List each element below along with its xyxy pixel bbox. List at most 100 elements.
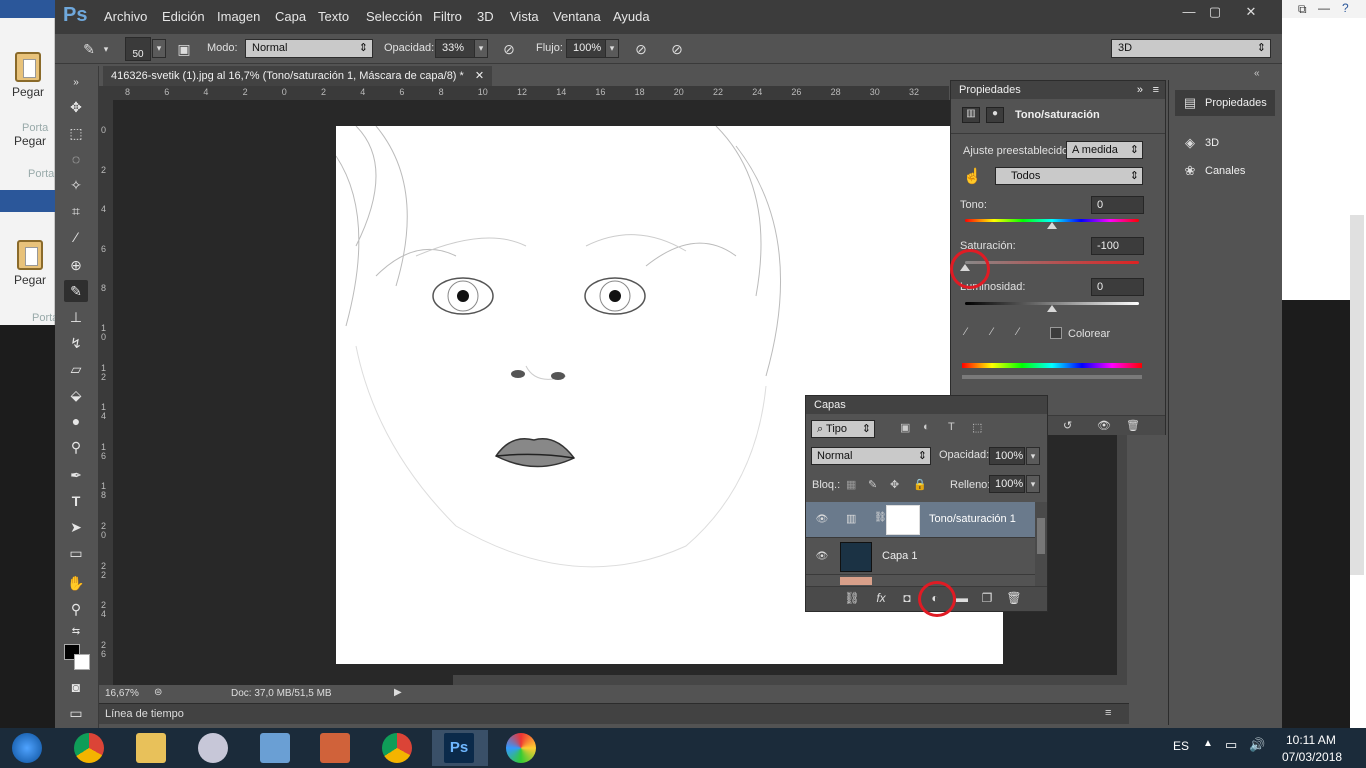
layer-mask-thumbnail[interactable] xyxy=(886,505,920,535)
restore-icon[interactable]: ⧉ xyxy=(1298,2,1307,17)
menu-vista[interactable]: Vista xyxy=(510,9,539,24)
status-menu-arrow-icon[interactable]: ▶ xyxy=(394,687,402,698)
eraser-tool-icon[interactable]: ▱ xyxy=(64,358,88,380)
airbrush-icon[interactable]: ⊘ xyxy=(631,39,651,59)
fx-icon[interactable]: fx xyxy=(872,589,890,607)
menu-filtro[interactable]: Filtro xyxy=(433,9,462,24)
type-tool-icon[interactable]: T xyxy=(64,490,88,512)
pen-tool-icon[interactable]: ✒ xyxy=(64,464,88,486)
dodge-tool-icon[interactable]: ⚲ xyxy=(64,436,88,458)
clock-date[interactable]: 07/03/2018 xyxy=(1282,750,1342,764)
eyedropper-icon[interactable]: ⁄ xyxy=(965,326,979,340)
colorize-checkbox[interactable] xyxy=(1050,327,1062,339)
workspace-select[interactable]: 3D ⇕ xyxy=(1111,39,1271,58)
taskbar-control-panel[interactable] xyxy=(248,730,304,766)
status-info-icon[interactable]: ⊜ xyxy=(154,687,162,698)
collapse-icon[interactable]: » xyxy=(1137,81,1143,99)
close-button[interactable]: ✕ xyxy=(1234,2,1268,22)
brush-panel-icon[interactable]: ▣ xyxy=(174,39,194,59)
pressure-opacity-icon[interactable]: ⊘ xyxy=(499,39,519,59)
collapse-icon[interactable]: » xyxy=(64,72,88,94)
zoom-level[interactable]: 16,67% xyxy=(105,688,139,699)
dock-item-3d[interactable]: ◈ 3D xyxy=(1175,130,1275,156)
screen-mode-icon[interactable]: ▭ xyxy=(64,702,88,724)
menu-ayuda[interactable]: Ayuda xyxy=(613,9,650,24)
layer-name[interactable]: Tono/saturación 1 xyxy=(929,513,1016,525)
language-indicator[interactable]: ES xyxy=(1173,739,1189,753)
start-button[interactable] xyxy=(0,730,56,766)
menu-edicion[interactable]: Edición xyxy=(162,9,205,24)
minimize-icon[interactable]: — xyxy=(1318,1,1330,15)
menu-archivo[interactable]: Archivo xyxy=(104,9,147,24)
flow-input[interactable]: 100% xyxy=(566,39,606,58)
hue-slider-thumb[interactable] xyxy=(1047,222,1057,229)
filter-pixel-icon[interactable]: ▣ xyxy=(900,421,910,434)
background-color-swatch[interactable] xyxy=(74,654,90,670)
mask-icon[interactable]: ● xyxy=(986,107,1004,123)
zoom-tool-icon[interactable]: ⚲ xyxy=(64,598,88,620)
help-icon[interactable]: ? xyxy=(1342,1,1349,15)
crop-tool-icon[interactable]: ⌗ xyxy=(64,200,88,222)
history-brush-tool-icon[interactable]: ↯ xyxy=(64,332,88,354)
menu-capa[interactable]: Capa xyxy=(275,9,306,24)
layer-opacity-dropdown[interactable]: ▾ xyxy=(1026,447,1040,465)
tray-expand-icon[interactable]: ▲ xyxy=(1203,738,1213,749)
menu-imagen[interactable]: Imagen xyxy=(217,9,260,24)
channel-select[interactable]: Todos ⇕ xyxy=(995,167,1143,185)
timeline-tab[interactable]: Línea de tiempo xyxy=(105,708,184,720)
lock-transparency-icon[interactable]: ▦ xyxy=(846,478,856,491)
stamp-tool-icon[interactable]: ⊥ xyxy=(64,306,88,328)
layers-scrollbar-thumb[interactable] xyxy=(1037,518,1045,554)
lasso-tool-icon[interactable]: ◌ xyxy=(64,148,88,170)
brush-tool-preset-icon[interactable]: ✎ xyxy=(79,39,99,59)
brush-size-preview[interactable]: 50 xyxy=(125,37,151,61)
saturation-input[interactable]: -100 xyxy=(1091,237,1144,255)
layer-row-capa-1[interactable]: 👁 Capa 1 xyxy=(806,539,1035,575)
layer-row-hue-saturation[interactable]: 👁 ▥ ⛓ Tono/saturación 1 xyxy=(806,502,1035,538)
toggle-visibility-icon[interactable]: 👁 xyxy=(1097,419,1111,432)
blend-mode-select[interactable]: Normal ⇕ xyxy=(811,447,931,465)
visibility-eye-icon[interactable]: 👁 xyxy=(814,512,830,528)
layer-name[interactable]: Capa 1 xyxy=(882,550,917,562)
panel-menu-icon[interactable]: ≡ xyxy=(1105,707,1111,719)
preset-select[interactable]: A medida ⇕ xyxy=(1066,141,1143,159)
link-layers-icon[interactable]: ⛓ xyxy=(843,589,861,607)
canvas-horizontal-scrollbar[interactable] xyxy=(453,675,1117,685)
taskbar-powerpoint[interactable] xyxy=(308,730,364,766)
taskbar-paint[interactable] xyxy=(494,730,550,766)
menu-seleccion[interactable]: Selección xyxy=(366,9,422,24)
opacity-input[interactable]: 33% xyxy=(435,39,475,58)
fill-input[interactable]: 100% xyxy=(989,475,1025,493)
adjustment-icon[interactable]: ▥ xyxy=(962,107,980,123)
trash-icon[interactable]: 🗑 xyxy=(1126,419,1140,432)
volume-icon[interactable]: 🔊 xyxy=(1249,737,1265,753)
paste-button-2[interactable]: Pegar xyxy=(10,134,50,148)
mode-select[interactable]: Normal ⇕ xyxy=(245,39,373,58)
paste-button-1[interactable]: Pegar xyxy=(8,52,48,99)
taskbar-photoshop[interactable]: Ps xyxy=(432,730,488,766)
saturation-slider-track[interactable] xyxy=(965,261,1139,264)
move-tool-icon[interactable]: ✥ xyxy=(64,96,88,118)
delete-layer-icon[interactable]: 🗑 xyxy=(1005,589,1023,607)
quick-mask-icon[interactable]: ◙ xyxy=(64,676,88,698)
paste-button-3[interactable]: Pegar xyxy=(10,240,50,287)
fill-dropdown[interactable]: ▾ xyxy=(1026,475,1040,493)
properties-tab[interactable]: Propiedades » ≡ xyxy=(951,81,1165,99)
opacity-dropdown[interactable]: ▾ xyxy=(474,39,488,58)
lock-position-icon[interactable]: ✥ xyxy=(890,478,899,491)
layer-thumbnail-partial[interactable] xyxy=(840,577,872,585)
chevron-down-icon[interactable]: ▾ xyxy=(101,39,111,59)
eyedropper-minus-icon[interactable]: ⁄ xyxy=(1017,326,1031,340)
on-image-adjust-hand-icon[interactable]: ☝ xyxy=(963,167,983,187)
eyedropper-plus-icon[interactable]: ⁄ xyxy=(991,326,1005,340)
path-selection-tool-icon[interactable]: ➤ xyxy=(64,516,88,538)
layer-opacity-input[interactable]: 100% xyxy=(989,447,1025,465)
paint-bucket-tool-icon[interactable]: ⬙ xyxy=(64,384,88,406)
lock-image-icon[interactable]: ✎ xyxy=(868,478,877,491)
filter-shape-icon[interactable]: ⬚ xyxy=(972,421,982,434)
visibility-eye-icon[interactable]: 👁 xyxy=(814,549,830,565)
menu-texto[interactable]: Texto xyxy=(318,9,349,24)
close-tab-icon[interactable]: ✕ xyxy=(475,70,484,82)
network-icon[interactable]: ▭ xyxy=(1225,737,1237,753)
taskbar-chrome-2[interactable] xyxy=(370,730,426,766)
